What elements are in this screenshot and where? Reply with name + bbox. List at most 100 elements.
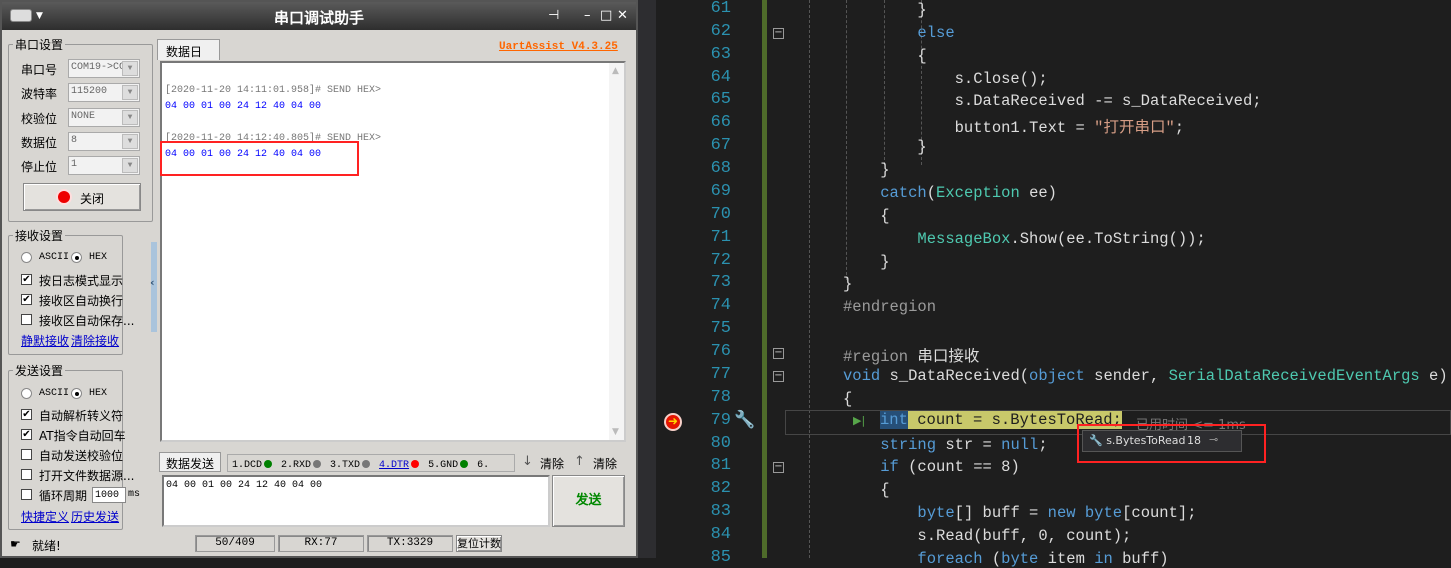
signal-1dcd[interactable]: 1.DCD [232, 460, 273, 471]
code-token: 串口接收 [917, 348, 980, 367]
signal-4dtr[interactable]: 4.DTR [379, 460, 420, 471]
clear-send-button[interactable]: 清除 [593, 455, 617, 472]
send-button[interactable]: 发送 [552, 475, 625, 527]
receive-log-area[interactable]: [2020-11-20 14:11:01.958]# SEND HEX> 04 0… [160, 61, 626, 442]
code-line: #region 串口接收 [843, 344, 979, 366]
close-port-button[interactable]: 关闭 [23, 183, 141, 211]
clear-receive-link[interactable]: 清除接收 [71, 332, 119, 349]
maximize-button[interactable]: □ [600, 8, 612, 23]
signal-label: 4.DTR [379, 460, 410, 471]
signal-5gnd[interactable]: 5.GND [428, 460, 469, 471]
code-token: } [843, 275, 853, 294]
log-scrollbar[interactable]: ▲ ▼ [609, 63, 624, 440]
loop-send-checkbox[interactable] [21, 489, 32, 500]
option-checkbox[interactable] [21, 469, 32, 480]
code-token: null [1001, 435, 1039, 454]
code-token: byte [1084, 504, 1123, 523]
code-line: { [843, 206, 890, 225]
chevron-down-icon[interactable]: ▼ [122, 61, 138, 76]
code-token: { [843, 389, 853, 408]
collapse-icon[interactable]: − [773, 462, 784, 473]
minimize-button[interactable]: – [584, 8, 591, 23]
quick-define-link[interactable]: 快捷定义 [21, 508, 69, 525]
scroll-up-icon[interactable]: ▲ [612, 66, 619, 76]
reset-count-button[interactable]: 复位计数 [456, 535, 502, 552]
collapse-icon[interactable]: − [773, 371, 784, 382]
clear-receive-arrow-icon[interactable]: ↓ [522, 454, 533, 469]
option-checkbox[interactable] [21, 314, 32, 325]
chevron-down-icon[interactable]: ▼ [122, 85, 138, 101]
field-combo[interactable]: 115200 ▼ [68, 83, 140, 103]
option-checkbox[interactable]: ✔ [21, 274, 32, 285]
recv-hex-radio[interactable] [71, 252, 82, 263]
combo-value: 8 [71, 134, 78, 146]
line-number: 72 [710, 250, 731, 270]
field-label: 串口号 [21, 63, 58, 77]
chevron-down-icon[interactable]: ▼ [122, 158, 138, 174]
clear-send-arrow-icon[interactable]: ↑ [574, 454, 585, 469]
signal-6[interactable]: 6. [477, 460, 489, 471]
code-editor[interactable]: 61 } 62 else 63 {64 s.Close(); 65 s.DataRec… [638, 0, 1451, 568]
recv-ascii-radio[interactable] [21, 252, 32, 263]
silent-receive-link[interactable]: 静默接收 [21, 332, 69, 349]
code-line: void s_DataReceived(object sender, Seria… [843, 367, 1448, 385]
scroll-down-icon[interactable]: ▼ [612, 427, 619, 437]
field-combo[interactable]: NONE ▼ [68, 107, 140, 127]
chevron-down-icon[interactable]: ▼ [122, 133, 138, 149]
tab-data-log[interactable]: 数据日志 [157, 39, 220, 76]
send-ascii-label: ASCII [39, 388, 70, 399]
line-number: 68 [710, 159, 731, 179]
brand-link[interactable]: UartAssist V4.3.25 [499, 41, 618, 53]
collapse-icon[interactable]: − [773, 348, 784, 359]
title-bar[interactable]: ▼ 串口调试助手 ⊣ – □ ✕ [2, 2, 636, 30]
field-combo[interactable]: 1 ▼ [68, 156, 140, 176]
status-text: 就绪! [32, 539, 61, 553]
loop-period-input[interactable]: 1000 [92, 487, 126, 503]
run-to-click-icon[interactable]: ▶| [853, 414, 865, 427]
code-token: button1.Text = [843, 119, 1095, 138]
log-header: [2020-11-20 14:11:01.958]# SEND HEX> [165, 85, 382, 96]
line-number: 69 [710, 181, 731, 201]
code-token: void [843, 366, 881, 385]
collapse-icon[interactable]: − [773, 28, 784, 39]
code-line: s.Close(); [843, 70, 1048, 88]
code-line: } [843, 253, 889, 271]
history-send-link[interactable]: 历史发送 [71, 508, 119, 525]
signal-3txd[interactable]: 3.TXD [330, 460, 371, 471]
window-title: 串口调试助手 [273, 9, 364, 27]
code-line: { [843, 481, 889, 499]
code-token: foreach [917, 549, 983, 568]
option-label: 打开文件数据源... [39, 469, 135, 483]
code-line: } [843, 138, 926, 156]
panel-splitter[interactable]: ‹ [150, 242, 157, 332]
option-checkbox[interactable]: ✔ [21, 429, 32, 440]
close-window-button[interactable]: ✕ [617, 8, 628, 23]
code-line: } [843, 275, 852, 293]
code-line: foreach (byte item in buff) [843, 549, 1168, 568]
tab-data-send[interactable]: 数据发送 [159, 452, 221, 472]
field-combo[interactable]: COM19->CC ▼ [68, 59, 140, 78]
line-number: 63 [710, 44, 731, 64]
collapse-left-icon[interactable]: ‹ [150, 276, 155, 289]
pin-icon[interactable]: ⊣ [548, 8, 559, 23]
close-label: 关闭 [80, 192, 105, 206]
option-checkbox[interactable]: ✔ [21, 409, 32, 420]
line-number: 70 [710, 204, 731, 224]
send-hex-radio[interactable] [71, 388, 82, 399]
send-ascii-radio[interactable] [21, 388, 32, 399]
chevron-down-icon[interactable]: ▼ [122, 109, 138, 125]
send-input[interactable]: 04 00 01 00 24 12 40 04 00 [162, 475, 550, 527]
code-line: MessageBox.Show(ee.ToString()); [843, 230, 1205, 248]
field-combo[interactable]: 8 ▼ [68, 131, 140, 151]
code-token: ; [1174, 119, 1185, 138]
signal-2rxd[interactable]: 2.RXD [281, 460, 322, 471]
code-line: byte[] buff = new byte[count]; [843, 504, 1196, 523]
option-checkbox[interactable]: ✔ [21, 294, 32, 305]
breakpoint-current-icon[interactable]: ➜ [664, 413, 682, 431]
line-number: 66 [710, 113, 731, 133]
clear-receive-button[interactable]: 清除 [540, 455, 564, 472]
code-token: { [843, 206, 890, 225]
option-checkbox[interactable] [21, 449, 32, 460]
